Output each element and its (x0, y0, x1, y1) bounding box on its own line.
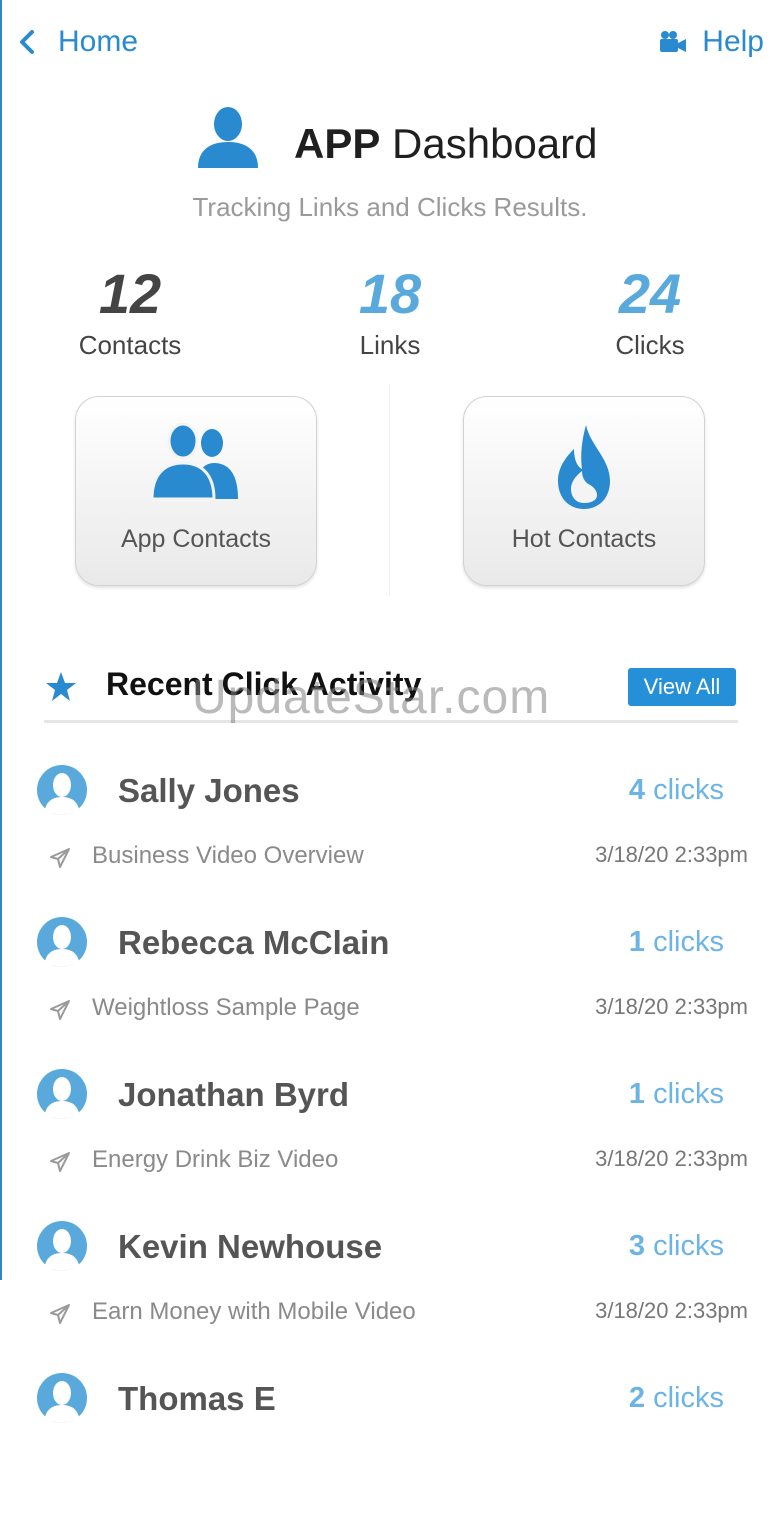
back-home-button[interactable]: Home (14, 22, 138, 62)
list-item: Thomas E 2 clicks (0, 1362, 780, 1514)
page-subtitle: Tracking Links and Clicks Results. (192, 192, 588, 222)
contact-name: Kevin Newhouse (118, 1228, 383, 1265)
users-icon (150, 423, 238, 501)
timestamp: 3/18/20 2:33pm (595, 1146, 748, 1171)
app-contacts-button[interactable]: App Contacts (75, 396, 317, 586)
stat-contacts-label: Contacts (78, 330, 182, 360)
video-camera-icon (660, 31, 687, 52)
star-icon (46, 672, 76, 701)
list-item: Kevin Newhouse 3 clicks Earn Money with … (0, 1210, 780, 1362)
list-item: Rebecca McClain 1 clicks Weightloss Samp… (0, 906, 780, 1058)
stat-links-label: Links (359, 330, 421, 360)
avatar-icon (37, 765, 87, 815)
timestamp: 3/18/20 2:33pm (595, 1298, 748, 1323)
hot-contacts-label: Hot Contacts (511, 525, 657, 553)
hot-contacts-button[interactable]: Hot Contacts (463, 396, 705, 586)
help-label: Help (702, 25, 764, 58)
click-count: 3 clicks (628, 1230, 724, 1262)
link-row: Weightloss Sample Page 3/18/20 2:33pm (0, 992, 780, 1028)
timestamp: 3/18/20 2:33pm (595, 994, 748, 1019)
link-name: Weightloss Sample Page (92, 994, 360, 1021)
contact-row[interactable]: Thomas E 2 clicks (0, 1362, 780, 1434)
paper-plane-icon (50, 1304, 70, 1324)
avatar-icon (37, 917, 87, 967)
link-row: Earn Money with Mobile Video 3/18/20 2:3… (0, 1296, 780, 1332)
flame-icon (558, 425, 610, 509)
link-row: Business Video Overview 3/18/20 2:33pm (0, 840, 780, 876)
contact-name: Jonathan Byrd (118, 1076, 350, 1113)
stat-contacts-value: 12 (98, 262, 162, 325)
contact-row[interactable]: Sally Jones 4 clicks (0, 754, 780, 826)
contact-name: Sally Jones (118, 772, 300, 809)
recent-activity-title: Recent Click Activity (106, 666, 422, 702)
view-all-button[interactable]: View All (628, 668, 736, 706)
link-name: Energy Drink Biz Video (92, 1146, 339, 1173)
avatar-icon (37, 1373, 87, 1423)
tile-divider (389, 384, 390, 596)
paper-plane-icon (50, 848, 70, 868)
contact-name: Rebecca McClain (118, 924, 390, 961)
list-item: Sally Jones 4 clicks Business Video Over… (0, 754, 780, 906)
app-contacts-label: App Contacts (120, 525, 272, 553)
timestamp: 3/18/20 2:33pm (595, 842, 748, 867)
stat-contacts: 12 Contacts (0, 262, 260, 361)
help-button[interactable]: Help (658, 22, 764, 62)
avatar-icon (37, 1221, 87, 1271)
stat-clicks-label: Clicks (615, 330, 685, 360)
click-count: 4 clicks (628, 774, 724, 806)
contact-row[interactable]: Rebecca McClain 1 clicks (0, 906, 780, 978)
list-item: Jonathan Byrd 1 clicks Energy Drink Biz … (0, 1058, 780, 1210)
stat-clicks: 24 Clicks (520, 262, 780, 361)
chevron-left-icon (20, 30, 34, 54)
recent-activity-header: Recent Click Activity View All (44, 662, 738, 723)
link-name: Earn Money with Mobile Video (92, 1298, 416, 1325)
click-count: 1 clicks (628, 1078, 724, 1110)
contact-row[interactable]: Kevin Newhouse 3 clicks (0, 1210, 780, 1282)
link-row: Energy Drink Biz Video 3/18/20 2:33pm (0, 1144, 780, 1180)
paper-plane-icon (50, 1000, 70, 1020)
back-home-label: Home (58, 25, 139, 58)
avatar-icon (37, 1069, 87, 1119)
stat-links-value: 18 (358, 262, 422, 325)
link-name: Business Video Overview (92, 842, 364, 869)
paper-plane-icon (50, 1152, 70, 1172)
click-count: 1 clicks (628, 926, 724, 958)
contact-row[interactable]: Jonathan Byrd 1 clicks (0, 1058, 780, 1130)
page-title: APP Dashboard (294, 120, 598, 167)
stat-clicks-value: 24 (618, 262, 682, 325)
activity-list: Sally Jones 4 clicks Business Video Over… (0, 754, 780, 1514)
stat-links: 18 Links (260, 262, 520, 361)
contact-name: Thomas E (118, 1380, 276, 1417)
user-icon (198, 107, 258, 168)
